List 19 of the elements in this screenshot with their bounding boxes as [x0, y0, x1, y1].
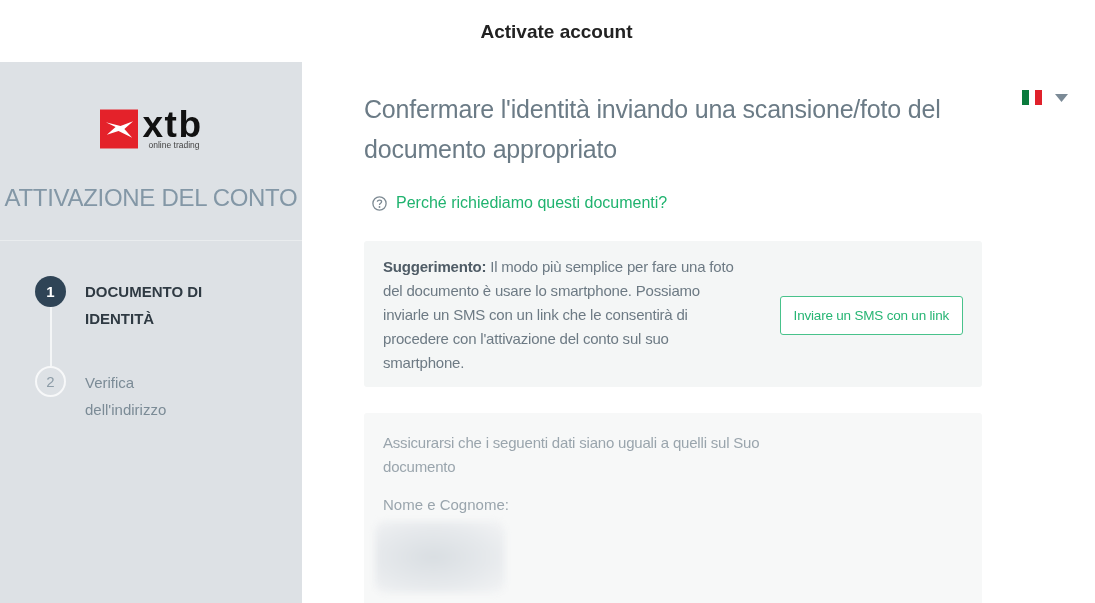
language-selector[interactable]	[1020, 88, 1070, 107]
field-label: Nome e Cognome:	[383, 495, 510, 515]
logo-wordmark: xtb	[142, 109, 203, 140]
help-link[interactable]: Perché richiediamo questi documenti?	[396, 194, 668, 212]
tip-text: Suggerimento: Il modo più semplice per fare una foto del documento è usare lo smartphone. Possiamo inviarle un SMS con un link che le consentirà di procedere con l'attivazione del conto sul suo smartphone.	[383, 257, 735, 373]
window-title: Activate account	[480, 21, 633, 43]
details-intro: Assicurarsi che i seguenti dati siano uguali a quelli sul Suo documento	[383, 433, 761, 477]
logo-tagline: online trading	[148, 140, 200, 150]
step-number: 1	[35, 276, 66, 307]
send-sms-button[interactable]: Inviare un SMS con un link	[779, 295, 963, 335]
page-heading: Confermare l'identità inviando una scansione/foto del documento appropriato	[364, 94, 942, 165]
caret-icon	[1055, 93, 1068, 102]
step-label: Verifica dell'indirizzo	[85, 373, 168, 420]
flag-icon	[1022, 90, 1042, 105]
sidebar-heading: ATTIVAZIONE DEL CONTO	[4, 184, 298, 212]
step-label: DOCUMENTO DI IDENTITÀ	[85, 282, 204, 329]
logo-mark-icon	[99, 109, 138, 149]
step-number: 2	[35, 366, 66, 397]
help-icon	[372, 195, 387, 211]
